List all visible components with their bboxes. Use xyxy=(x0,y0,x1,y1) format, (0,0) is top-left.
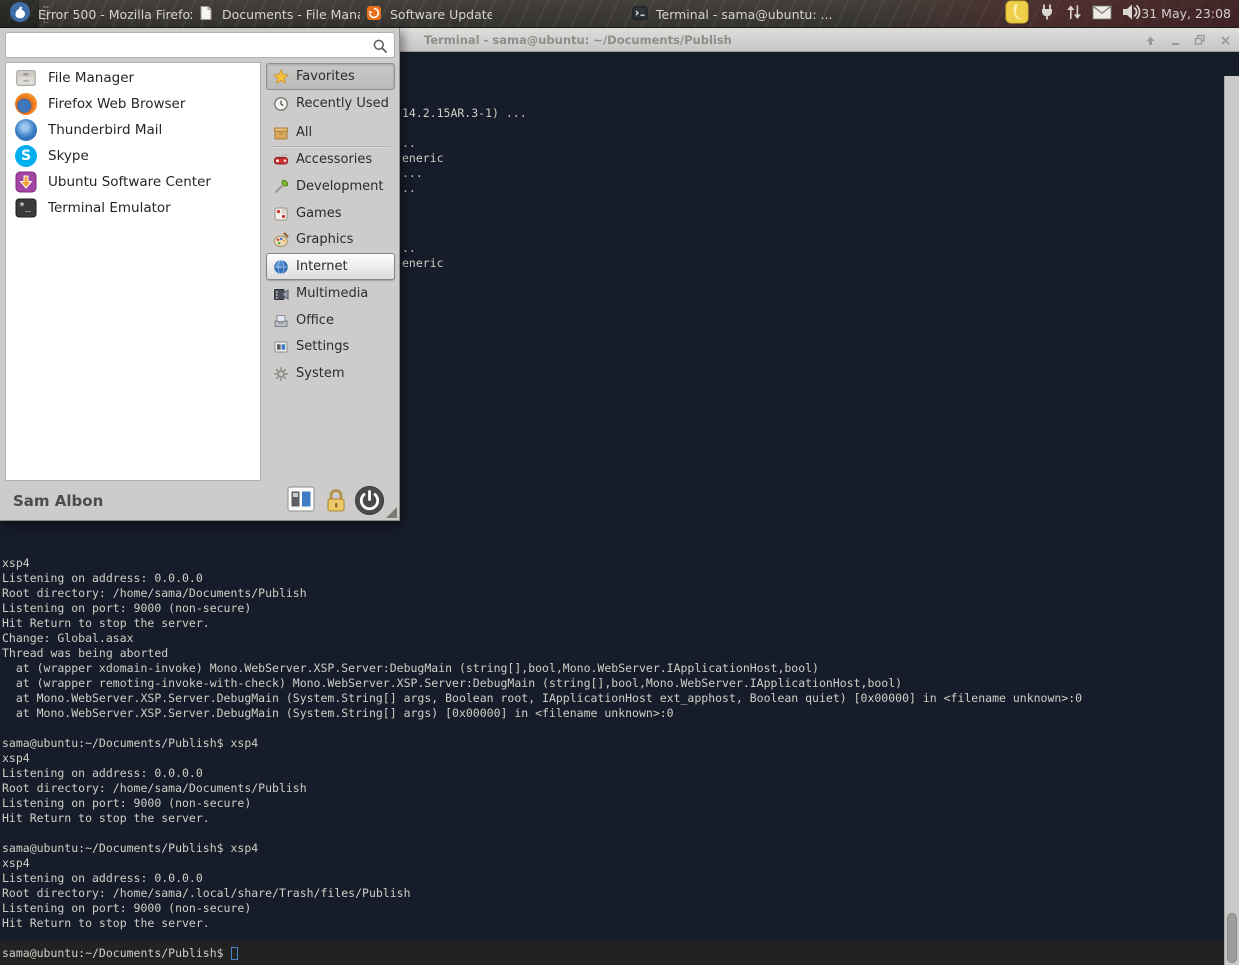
app-item-firefox[interactable]: Firefox Web Browser xyxy=(8,91,258,117)
category-accessories[interactable]: Accessories xyxy=(266,146,395,173)
multimedia-icon xyxy=(273,286,289,302)
clock-icon xyxy=(273,96,289,112)
game-board-icon xyxy=(273,206,289,222)
terminal-output: xsp4 Listening on address: 0.0.0.0 Root … xyxy=(2,556,1082,931)
close-icon[interactable] xyxy=(1217,32,1233,48)
lock-screen-button[interactable] xyxy=(323,487,349,518)
prompt-text: sama@ubuntu:~/Documents/Publish$ xyxy=(2,946,230,961)
category-settings[interactable]: Settings xyxy=(266,333,395,360)
terminal-scrollbar[interactable] xyxy=(1224,76,1239,965)
shade-icon[interactable] xyxy=(1142,32,1158,48)
terminal-prompt-line: sama@ubuntu:~/Documents/Publish$ xyxy=(2,946,238,961)
file-manager-icon xyxy=(14,66,38,90)
category-multimedia[interactable]: Multimedia xyxy=(266,280,395,307)
username-label: Sam Albon xyxy=(13,482,103,520)
minimize-icon[interactable] xyxy=(1167,32,1183,48)
document-icon xyxy=(198,5,214,24)
category-development[interactable]: Development xyxy=(266,173,395,200)
category-all[interactable]: All xyxy=(266,119,395,146)
gear-icon xyxy=(273,366,289,382)
terminal-scrollbar-thumb[interactable] xyxy=(1227,913,1237,963)
menu-footer: Sam Albon xyxy=(0,482,399,520)
app-item-software-center[interactable]: Ubuntu Software Center xyxy=(8,169,258,195)
app-item-terminal-emulator[interactable]: *_ Terminal Emulator xyxy=(8,195,258,221)
applications-list: File Manager Firefox Web Browser Thunder… xyxy=(5,62,261,481)
mail-icon[interactable] xyxy=(1092,5,1112,24)
search-icon xyxy=(372,38,388,58)
whisker-menu: File Manager Firefox Web Browser Thunder… xyxy=(0,28,400,521)
globe-icon xyxy=(273,259,289,275)
settings-icon xyxy=(273,339,289,355)
menu-search xyxy=(5,32,395,58)
system-tray xyxy=(1005,0,1143,28)
category-recently-used[interactable]: Recently Used xyxy=(266,90,395,117)
menu-resize-grip[interactable] xyxy=(386,507,397,518)
star-icon xyxy=(273,69,289,85)
power-plug-icon[interactable] xyxy=(1038,3,1056,25)
search-input[interactable] xyxy=(12,34,372,56)
network-updown-icon[interactable] xyxy=(1065,3,1083,25)
terminal-icon xyxy=(632,5,648,24)
all-settings-button[interactable] xyxy=(287,486,315,516)
window-button-firefox[interactable]: Error 500 - Mozilla Firefox xyxy=(24,2,192,26)
category-internet[interactable]: Internet xyxy=(266,253,395,280)
terminal-output-top: 14.2.15AR.3-1) ... .. eneric ... .. .. e… xyxy=(402,106,527,271)
thunderbird-icon xyxy=(14,118,38,142)
archive-icon xyxy=(273,125,289,141)
terminal-icon: *_ xyxy=(14,196,38,220)
app-item-thunderbird[interactable]: Thunderbird Mail xyxy=(8,117,258,143)
skype-icon: S xyxy=(14,144,38,168)
top-panel: Error 500 - Mozilla Firefox Documents - … xyxy=(0,0,1239,28)
volume-icon[interactable] xyxy=(1121,3,1143,25)
app-item-skype[interactable]: S Skype xyxy=(8,143,258,169)
screwdriver-icon xyxy=(273,179,289,195)
office-tray-icon xyxy=(273,313,289,329)
window-button-file-manager[interactable]: Documents - File Manager xyxy=(192,2,360,26)
window-button-terminal[interactable]: Terminal - sama@ubuntu: ... xyxy=(626,2,840,26)
window-button-software-updater[interactable]: Software Updater xyxy=(360,2,492,26)
category-games[interactable]: Games xyxy=(266,200,395,227)
category-favorites[interactable]: Favorites xyxy=(266,63,395,90)
terminal-cursor xyxy=(231,947,238,960)
svg-text:*_: *_ xyxy=(19,201,32,212)
utility-knife-icon xyxy=(273,152,289,168)
power-icon xyxy=(354,485,385,520)
category-system[interactable]: System xyxy=(266,360,395,387)
software-updater-icon xyxy=(366,5,382,24)
restore-icon[interactable] xyxy=(1192,32,1208,48)
power-button[interactable] xyxy=(354,485,385,520)
palette-icon xyxy=(273,232,289,248)
all-settings-icon xyxy=(287,486,315,516)
category-graphics[interactable]: Graphics xyxy=(266,226,395,253)
skype-status-icon[interactable] xyxy=(1005,0,1029,28)
lock-icon xyxy=(323,487,349,518)
software-center-icon xyxy=(14,170,38,194)
terminal-title: Terminal - sama@ubuntu: ~/Documents/Publ… xyxy=(424,28,732,52)
category-office[interactable]: Office xyxy=(266,307,395,334)
app-item-file-manager[interactable]: File Manager xyxy=(8,65,258,91)
firefox-icon xyxy=(14,92,38,116)
panel-clock[interactable]: 31 May, 23:08 xyxy=(1141,0,1231,28)
